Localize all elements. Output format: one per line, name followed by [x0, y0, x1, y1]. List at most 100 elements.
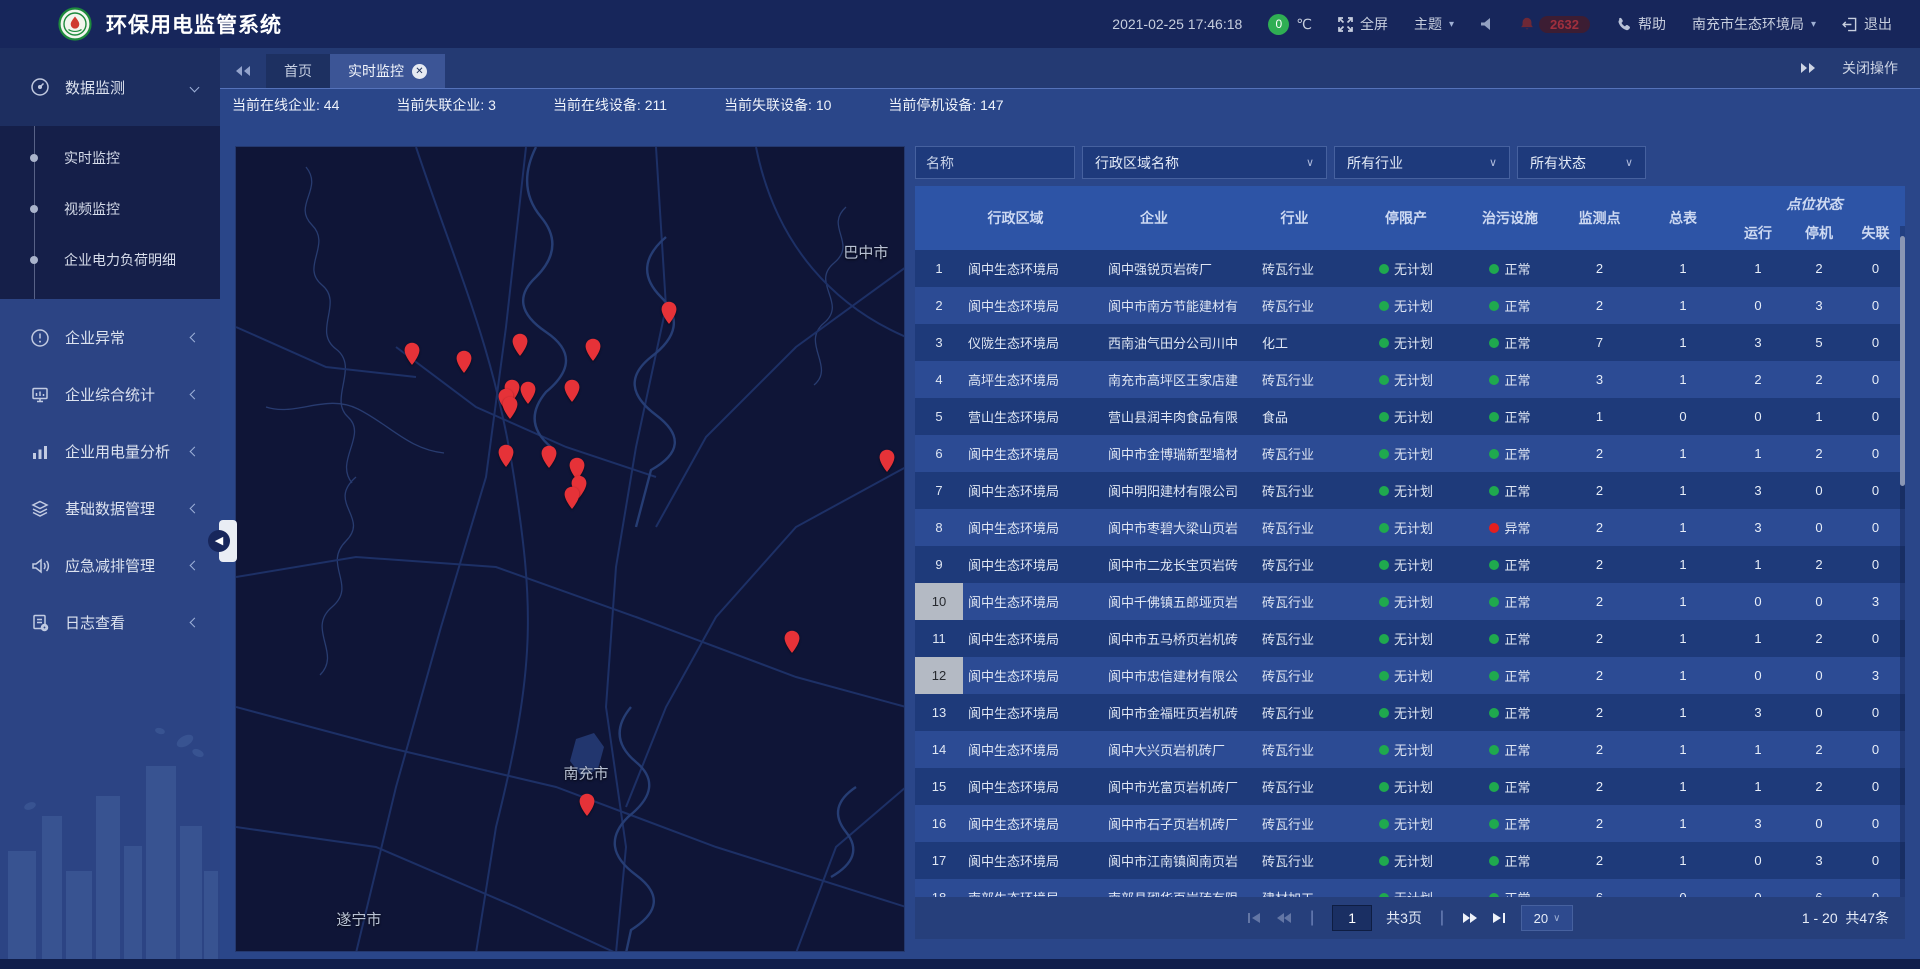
map-collapse-button[interactable]: ◀	[219, 520, 237, 562]
map-pin-icon[interactable]	[578, 793, 595, 817]
row-main-meter: 0	[1642, 890, 1724, 897]
row-region: 阆中生态环境局	[963, 740, 1068, 759]
page-number-input[interactable]	[1332, 905, 1372, 931]
table-row[interactable]: 15阆中生态环境局阆中市光富页岩机砖厂砖瓦行业无计划正常21120	[915, 768, 1905, 805]
table-scrollbar[interactable]	[1900, 226, 1905, 897]
green-dot-icon	[1489, 375, 1499, 385]
table-row[interactable]: 16阆中生态环境局阆中市石子页岩机砖厂砖瓦行业无计划正常21300	[915, 805, 1905, 842]
map-city-label: 巴中市	[843, 241, 888, 262]
map-pin-icon[interactable]	[501, 396, 518, 420]
sidebar-item-power-analysis[interactable]: 企业用电量分析	[0, 423, 220, 480]
logout-button[interactable]: 退出	[1842, 14, 1892, 34]
row-disconnected: 0	[1846, 890, 1905, 897]
help-button[interactable]: 帮助	[1616, 14, 1666, 34]
table-row[interactable]: 9阆中生态环境局阆中市二龙长宝页岩砖砖瓦行业无计划正常21120	[915, 546, 1905, 583]
sidebar-subitem-realtime-monitoring[interactable]: 实时监控	[0, 132, 220, 183]
pager-divider: |	[1440, 909, 1444, 927]
table-row[interactable]: 6阆中生态环境局阆中市金博瑞新型墙材砖瓦行业无计划正常21120	[915, 435, 1905, 472]
table-row[interactable]: 13阆中生态环境局阆中市金福旺页岩机砖砖瓦行业无计划正常21300	[915, 694, 1905, 731]
table-row[interactable]: 3仪陇生态环境局西南油气田分公司川中化工无计划正常71350	[915, 324, 1905, 361]
first-page-button[interactable]	[1247, 912, 1262, 924]
prev-page-button[interactable]	[1276, 912, 1292, 924]
table-row[interactable]: 11阆中生态环境局阆中市五马桥页岩机砖砖瓦行业无计划正常21120	[915, 620, 1905, 657]
document-gear-icon	[30, 613, 50, 633]
table-row[interactable]: 2阆中生态环境局阆中市南方节能建材有砖瓦行业无计划正常21030	[915, 287, 1905, 324]
org-dropdown[interactable]: 南充市生态环境局 ▾	[1692, 14, 1816, 34]
tab-home[interactable]: 首页	[266, 54, 330, 88]
row-main-meter: 1	[1642, 853, 1724, 868]
table-row[interactable]: 5营山生态环境局营山县润丰肉食品有限食品无计划正常10010	[915, 398, 1905, 435]
state-filter-select[interactable]: 所有状态 ∨	[1517, 146, 1646, 179]
next-page-button[interactable]	[1462, 912, 1478, 924]
table-row[interactable]: 1阆中生态环境局阆中强锐页岩砖厂砖瓦行业无计划正常21120	[915, 250, 1905, 287]
sidebar-item-data-monitoring[interactable]: 数据监测	[0, 48, 220, 126]
map-pin-icon[interactable]	[564, 379, 581, 403]
bar-chart-icon	[30, 442, 50, 462]
map-pin-icon[interactable]	[519, 381, 536, 405]
subitem-label: 企业电力负荷明细	[64, 250, 176, 270]
sidebar-subitem-power-load-detail[interactable]: 企业电力负荷明细	[0, 234, 220, 285]
table-scrollbar-thumb[interactable]	[1900, 236, 1905, 486]
green-dot-icon	[1379, 819, 1389, 829]
industry-filter-select[interactable]: 所有行业 ∨	[1334, 146, 1510, 179]
map-pin-icon[interactable]	[660, 301, 677, 325]
sidebar-item-enterprise-abnormal[interactable]: 企业异常	[0, 309, 220, 366]
tabs-scroll-left-button[interactable]	[220, 54, 266, 88]
map-pin-icon[interactable]	[456, 350, 473, 374]
row-industry: 建材加工	[1240, 888, 1349, 897]
table-row[interactable]: 8阆中生态环境局阆中市枣碧大梁山页岩砖瓦行业无计划异常21300	[915, 509, 1905, 546]
close-operations-button[interactable]: 关闭操作	[1842, 58, 1898, 78]
row-main-meter: 1	[1642, 520, 1724, 535]
table-row[interactable]: 12阆中生态环境局阆中市忠信建材有限公砖瓦行业无计划正常21003	[915, 657, 1905, 694]
theme-dropdown[interactable]: 主题 ▾	[1414, 14, 1454, 34]
row-monitor-points: 2	[1557, 853, 1642, 868]
sidebar-item-log-view[interactable]: 日志查看	[0, 594, 220, 651]
region-filter-select[interactable]: 行政区域名称 ∨	[1082, 146, 1327, 179]
row-pollution-facility: 正常	[1463, 629, 1557, 648]
map-pin-icon[interactable]	[541, 445, 558, 469]
tab-realtime-monitoring[interactable]: 实时监控 ✕	[330, 54, 445, 88]
table-row[interactable]: 7阆中生态环境局阆中明阳建材有限公司砖瓦行业无计划正常21300	[915, 472, 1905, 509]
map-pin-icon[interactable]	[879, 449, 896, 473]
table-row[interactable]: 17阆中生态环境局阆中市江南镇阆南页岩砖瓦行业无计划正常21030	[915, 842, 1905, 879]
row-monitor-points: 2	[1557, 631, 1642, 646]
sidebar-item-enterprise-statistics[interactable]: 企业综合统计	[0, 366, 220, 423]
green-dot-icon	[1489, 856, 1499, 866]
page-size-select[interactable]: 20 ∨	[1521, 905, 1573, 931]
tabs-scroll-right-button[interactable]	[1800, 62, 1816, 74]
green-dot-icon	[1489, 560, 1499, 570]
col-stopped: 停机	[1792, 216, 1846, 250]
table-row[interactable]: 18南部生态环境局南部县砌华页岩砖有限建材加工无计划正常60060	[915, 879, 1905, 897]
table-row[interactable]: 14阆中生态环境局阆中大兴页岩机砖厂砖瓦行业无计划正常21120	[915, 731, 1905, 768]
green-dot-icon	[1379, 560, 1389, 570]
row-disconnected: 0	[1846, 520, 1905, 535]
table-row[interactable]: 4高坪生态环境局南充市高坪区王家店建砖瓦行业无计划正常31220	[915, 361, 1905, 398]
sidebar-item-base-data[interactable]: 基础数据管理	[0, 480, 220, 537]
map-pin-icon[interactable]	[584, 338, 601, 362]
sidebar-item-emergency-reduction[interactable]: 应急减排管理	[0, 537, 220, 594]
row-index: 8	[915, 509, 963, 546]
sidebar-subitem-video-monitoring[interactable]: 视频监控	[0, 183, 220, 234]
notification-count-badge: 2632	[1539, 16, 1590, 33]
table-row[interactable]: 10阆中生态环境局阆中千佛镇五郎垭页岩砖瓦行业无计划正常21003	[915, 583, 1905, 620]
row-disconnected: 3	[1846, 668, 1905, 683]
last-page-button[interactable]	[1492, 912, 1507, 924]
close-icon[interactable]: ✕	[412, 64, 427, 79]
map-pin-icon[interactable]	[497, 444, 514, 468]
green-dot-icon	[1379, 671, 1389, 681]
name-filter-input[interactable]	[915, 146, 1075, 179]
fullscreen-button[interactable]: 全屏	[1338, 14, 1388, 34]
mute-button[interactable]	[1480, 17, 1493, 31]
row-pollution-facility: 正常	[1463, 296, 1557, 315]
row-industry: 砖瓦行业	[1240, 444, 1349, 463]
notifications-button[interactable]: 2632	[1519, 16, 1590, 33]
map-city-label: 遂宁市	[336, 908, 381, 929]
row-pollution-facility: 正常	[1463, 851, 1557, 870]
map-pin-icon[interactable]	[403, 342, 420, 366]
row-pollution-facility: 正常	[1463, 740, 1557, 759]
row-region: 阆中生态环境局	[963, 518, 1068, 537]
map-pin-icon[interactable]	[784, 630, 801, 654]
map-canvas[interactable]: 巴中市南充市遂宁市	[235, 146, 905, 952]
map-pin-icon[interactable]	[564, 486, 581, 510]
map-pin-icon[interactable]	[511, 333, 528, 357]
